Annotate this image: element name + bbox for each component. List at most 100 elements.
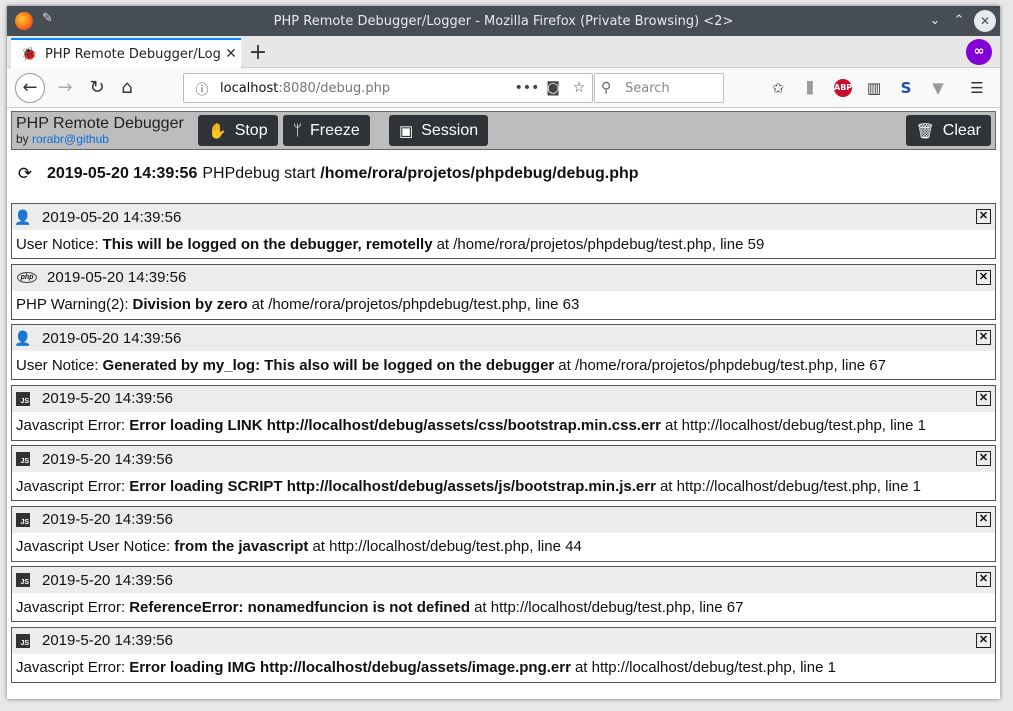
entry-type: Javascript Error: bbox=[16, 598, 126, 616]
page-actions-icon[interactable]: ••• bbox=[514, 80, 540, 96]
entry-type: User Notice: bbox=[16, 235, 99, 253]
nav-bar: ← → ↻ ⌂ ⓘ localhost :8080/debug.php ••• … bbox=[7, 68, 1000, 108]
log-entry: JS 2019-5-20 14:39:56 ✕ Javascript Error: Re… bbox=[11, 566, 996, 622]
close-entry-icon[interactable]: ✕ bbox=[976, 451, 991, 466]
refresh-icon[interactable]: ⟳ bbox=[15, 164, 35, 184]
entry-header: JS 2019-5-20 14:39:56 ✕ bbox=[12, 385, 995, 412]
bookmarks-menu-icon[interactable]: ✩ bbox=[766, 76, 790, 100]
title-bar: ✎ PHP Remote Debugger/Logger - Mozilla F… bbox=[7, 6, 1000, 36]
entry-header: JS 2019-5-20 14:39:56 ✕ bbox=[12, 567, 995, 593]
entry-time: 2019-5-20 14:39:56 bbox=[42, 450, 173, 468]
github-link[interactable]: rorabr@github bbox=[32, 132, 109, 146]
s-extension-icon[interactable]: S bbox=[894, 76, 918, 100]
entry-message: Division by zero bbox=[132, 296, 248, 313]
brand-byline: by rorabr@github bbox=[16, 132, 184, 146]
close-entry-icon[interactable]: ✕ bbox=[976, 390, 991, 406]
entry-header: JS 2019-5-20 14:39:56 ✕ bbox=[12, 446, 995, 472]
log-entry: JS 2019-5-20 14:39:56 ✕ Javascript Error: Er… bbox=[11, 384, 996, 441]
entry-time: 2019-05-20 14:39:56 bbox=[42, 208, 182, 226]
tab-close-icon[interactable]: ✕ bbox=[221, 46, 241, 62]
stop-label: Stop bbox=[234, 121, 268, 139]
entry-time: 2019-5-20 14:39:56 bbox=[42, 571, 173, 589]
info-icon[interactable]: ⓘ bbox=[192, 79, 212, 98]
log-entry: JS 2019-5-20 14:39:56 ✕ Javascript Error: Er… bbox=[11, 626, 996, 683]
freeze-button[interactable]: ᛘ Freeze bbox=[283, 115, 370, 146]
close-entry-icon[interactable]: ✕ bbox=[976, 632, 991, 648]
entry-body: User Notice: Generated by my_log: This al… bbox=[12, 351, 995, 379]
reload-button[interactable]: ↻ bbox=[83, 74, 111, 102]
v-extension-icon[interactable]: ▼ bbox=[926, 76, 950, 100]
js-icon: JS bbox=[16, 573, 30, 587]
js-icon: JS bbox=[16, 452, 30, 466]
clear-button[interactable]: 🗑 Clear bbox=[905, 115, 991, 146]
close-entry-icon[interactable]: ✕ bbox=[976, 330, 991, 345]
tab-title: PHP Remote Debugger/Logger bbox=[45, 46, 221, 62]
log-entry: 👤 2019-05-20 14:39:56 ✕ User Notice: Generat… bbox=[11, 324, 996, 380]
close-entry-icon[interactable]: ✕ bbox=[976, 511, 991, 527]
entry-body: Javascript Error: Error loading IMG http:… bbox=[12, 654, 995, 682]
hand-icon: ✋ bbox=[208, 122, 227, 140]
entry-location: at http://localhost/debug/test.php, line… bbox=[474, 598, 744, 616]
icicles-icon: ᛘ bbox=[293, 122, 303, 139]
entry-type: Javascript Error: bbox=[16, 417, 126, 434]
freeze-label: Freeze bbox=[310, 121, 360, 139]
close-entry-icon[interactable]: ✕ bbox=[976, 572, 991, 587]
search-bar[interactable]: ⚲ Search bbox=[594, 73, 724, 103]
start-message: ⟳ 2019-05-20 14:39:56 PHPdebug start /ho… bbox=[15, 164, 644, 184]
new-tab-button[interactable]: + bbox=[243, 39, 273, 67]
entry-header: JS 2019-5-20 14:39:56 ✕ bbox=[12, 627, 995, 654]
bookmark-star-icon[interactable]: ☆ bbox=[566, 80, 592, 96]
tab-strip: 🐞 PHP Remote Debugger/Logger ✕ + ∞ bbox=[7, 36, 1000, 68]
adblock-plus-icon[interactable]: ABP bbox=[834, 79, 852, 97]
bug-icon: 🐞 bbox=[21, 46, 38, 62]
back-button[interactable]: ← bbox=[15, 73, 45, 103]
clear-label: Clear bbox=[942, 121, 981, 139]
entry-header: php 2019-05-20 14:39:56 ✕ bbox=[12, 264, 995, 291]
tab-active[interactable]: 🐞 PHP Remote Debugger/Logger ✕ bbox=[11, 38, 241, 68]
home-button[interactable]: ⌂ bbox=[113, 74, 141, 102]
entry-time: 2019-5-20 14:39:56 bbox=[42, 511, 173, 528]
log-entry: JS 2019-5-20 14:39:56 ✕ Javascript Error: Er… bbox=[11, 445, 996, 501]
entry-message: Generated by my_log: This also will be l… bbox=[102, 356, 555, 374]
menu-icon[interactable]: ☰ bbox=[965, 76, 989, 100]
maximize-icon[interactable]: ⌃ bbox=[948, 10, 970, 32]
brand-by-label: by bbox=[16, 132, 29, 146]
minimize-icon[interactable]: ⌄ bbox=[924, 10, 946, 32]
pin-icon[interactable]: ✎ bbox=[42, 11, 53, 26]
close-window-icon[interactable]: ✕ bbox=[974, 10, 996, 32]
session-label: Session bbox=[421, 121, 479, 139]
brand: PHP Remote Debugger by rorabr@github bbox=[16, 115, 184, 146]
log-entry: 👤 2019-05-20 14:39:56 ✕ User Notice: This wi… bbox=[11, 203, 996, 259]
js-icon: JS bbox=[16, 512, 30, 527]
id-card-icon: ▣ bbox=[399, 122, 414, 140]
library-icon[interactable]: ⫼ bbox=[798, 76, 822, 100]
entry-location: at http://localhost/debug/test.php, line… bbox=[659, 477, 921, 495]
window-title: PHP Remote Debugger/Logger - Mozilla Fir… bbox=[273, 13, 734, 29]
brand-title: PHP Remote Debugger bbox=[16, 115, 184, 132]
entry-type: Javascript User Notice: bbox=[16, 538, 171, 555]
url-bar[interactable]: ⓘ localhost :8080/debug.php ••• ◙ ☆ bbox=[183, 73, 593, 103]
stop-button[interactable]: ✋ Stop bbox=[198, 115, 278, 146]
js-icon: JS bbox=[16, 391, 30, 406]
entry-type: PHP Warning(2): bbox=[16, 296, 129, 313]
close-entry-icon[interactable]: ✕ bbox=[976, 269, 991, 285]
entry-location: at http://localhost/debug/test.php, line… bbox=[312, 538, 582, 555]
entry-location: at http://localhost/debug/test.php, line… bbox=[664, 417, 926, 434]
entry-type: User Notice: bbox=[16, 356, 99, 374]
entry-type: Javascript Error: bbox=[16, 477, 126, 495]
entry-message: from the javascript bbox=[174, 538, 309, 555]
entry-location: at /home/rora/projetos/phpdebug/test.php… bbox=[436, 235, 765, 253]
php-icon: php bbox=[17, 272, 37, 283]
pocket-icon[interactable]: ◙ bbox=[540, 80, 566, 96]
entry-header: 👤 2019-05-20 14:39:56 ✕ bbox=[12, 204, 995, 230]
sidebar-icon[interactable]: ▥ bbox=[862, 76, 886, 100]
close-entry-icon[interactable]: ✕ bbox=[976, 209, 991, 224]
entry-location: at http://localhost/debug/test.php, line… bbox=[574, 659, 836, 676]
private-browsing-icon: ∞ bbox=[966, 39, 992, 65]
entry-type: Javascript Error: bbox=[16, 659, 126, 676]
session-button[interactable]: ▣ Session bbox=[389, 115, 489, 146]
entry-time: 2019-5-20 14:39:56 bbox=[42, 390, 173, 407]
forward-button[interactable]: → bbox=[51, 74, 79, 102]
entry-body: Javascript Error: Error loading LINK http… bbox=[12, 412, 995, 440]
entry-body: User Notice: This will be logged on the d… bbox=[12, 230, 995, 258]
